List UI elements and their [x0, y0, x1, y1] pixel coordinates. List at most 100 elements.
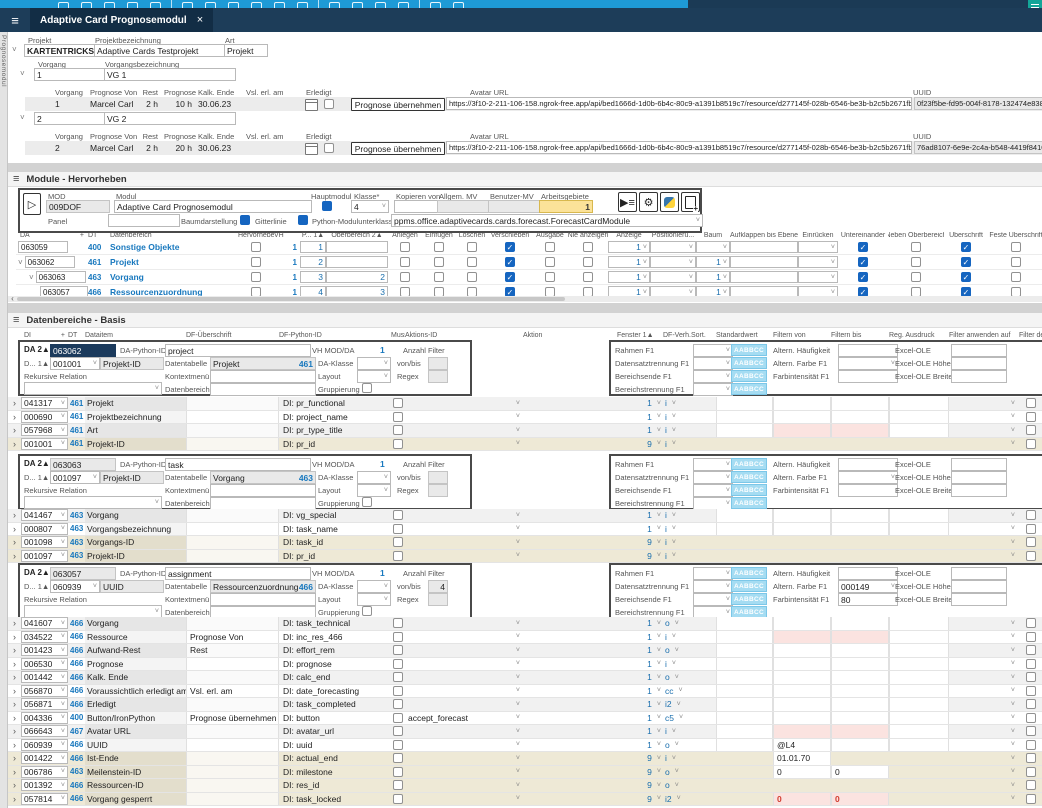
neben-oberbereich-checkbox[interactable]: [911, 242, 921, 252]
farbintensitaet-field[interactable]: [838, 370, 898, 383]
row-expander-icon[interactable]: ›: [8, 424, 21, 437]
fenster-select[interactable]: 9˅: [617, 752, 663, 765]
di-field[interactable]: 041607˅: [21, 617, 68, 629]
aktions-id-select[interactable]: ˅: [405, 411, 523, 424]
standardwert-cell[interactable]: [716, 550, 773, 563]
row-expander-icon[interactable]: ›: [8, 712, 21, 725]
filtern-von-cell[interactable]: [773, 617, 831, 630]
fenster-select[interactable]: 1˅: [617, 698, 663, 711]
filter-deak-checkbox[interactable]: [1026, 767, 1036, 777]
filter-deak-checkbox[interactable]: [1026, 425, 1036, 435]
baum-select[interactable]: 1˅: [696, 271, 730, 283]
filtern-bis-cell[interactable]: [831, 725, 889, 738]
gruppierung-checkbox[interactable]: [362, 606, 372, 616]
aktions-id-select[interactable]: ˅: [405, 698, 523, 711]
filtern-bis-cell[interactable]: [831, 712, 889, 725]
datenbereich-link[interactable]: Projekt: [110, 257, 238, 267]
di-field[interactable]: 034522˅: [21, 631, 68, 643]
ueberschrift-checkbox[interactable]: ✓: [961, 272, 971, 282]
df-verh-select[interactable]: c5˅: [663, 712, 691, 725]
filter-anwenden-select[interactable]: ˅: [949, 523, 1019, 536]
da-klasse-select[interactable]: ˅: [357, 471, 391, 484]
filter-anwenden-select[interactable]: ˅: [949, 725, 1019, 738]
module-settings-button[interactable]: ⚙: [639, 192, 658, 212]
task-name-field[interactable]: VG 2: [104, 112, 236, 125]
filter-anwenden-select[interactable]: ˅: [949, 411, 1019, 424]
reg-ausdruck-cell[interactable]: [889, 752, 949, 765]
df-verh-select[interactable]: i˅: [663, 752, 691, 765]
untereinander-checkbox[interactable]: ✓: [858, 242, 868, 252]
aktions-id-select[interactable]: ˅: [405, 438, 523, 451]
da-klasse-select[interactable]: ˅: [357, 580, 391, 593]
standardwert-cell[interactable]: [716, 509, 773, 522]
frame-style-select[interactable]: ˅: [693, 458, 733, 471]
untereinander-checkbox[interactable]: ✓: [858, 257, 868, 267]
kontextmenu-field[interactable]: [210, 370, 316, 383]
reg-ausdruck-cell[interactable]: [889, 644, 949, 657]
da-field[interactable]: 063063: [36, 271, 86, 283]
excel-ole-hoehe-field[interactable]: [951, 357, 1007, 370]
filtern-von-cell[interactable]: 0: [773, 793, 831, 806]
tab-adaptive-card-prognosemodul[interactable]: Adaptive Card Prognosemodul ×: [30, 8, 213, 32]
di-field[interactable]: 001422˅: [21, 752, 68, 764]
reg-ausdruck-cell[interactable]: [889, 712, 949, 725]
standardwert-cell[interactable]: [716, 779, 773, 792]
header-plus-icon[interactable]: +: [61, 332, 65, 339]
filtern-von-cell[interactable]: @L4: [773, 739, 831, 752]
einruecken-select[interactable]: ˅: [798, 256, 838, 268]
aktions-id-select[interactable]: ˅: [405, 671, 523, 684]
di-field[interactable]: 001097˅: [21, 550, 68, 562]
muss-checkbox[interactable]: [393, 753, 403, 763]
loeschen-checkbox[interactable]: [467, 272, 477, 282]
verschieben-checkbox[interactable]: ✓: [505, 257, 515, 267]
filtern-bis-cell[interactable]: [831, 671, 889, 684]
aktions-id-select[interactable]: accept_forecast˅: [405, 712, 523, 725]
di-field[interactable]: 001098˅: [21, 536, 68, 548]
muss-checkbox[interactable]: [393, 780, 403, 790]
color-swatch[interactable]: AABBCC: [731, 497, 767, 509]
standardwert-cell[interactable]: [716, 631, 773, 644]
layout-select[interactable]: ˅: [357, 370, 391, 383]
position-field[interactable]: 1: [300, 241, 326, 253]
standardwert-cell[interactable]: [716, 617, 773, 630]
da-klasse-select[interactable]: ˅: [357, 357, 391, 370]
fenster-select[interactable]: 1˅: [617, 739, 663, 752]
gruppierung-checkbox[interactable]: [362, 497, 372, 507]
aktions-id-select[interactable]: ˅: [405, 739, 523, 752]
aktions-id-select[interactable]: ˅: [405, 644, 523, 657]
filter-anwenden-select[interactable]: ˅: [949, 671, 1019, 684]
frame-style-select[interactable]: ˅: [693, 383, 733, 396]
row-expander-icon[interactable]: ›: [8, 550, 21, 563]
standardwert-cell[interactable]: [716, 536, 773, 549]
row-expander-icon[interactable]: ›: [8, 631, 21, 644]
aktions-id-select[interactable]: ˅: [405, 658, 523, 671]
einruecken-select[interactable]: ˅: [798, 271, 838, 283]
reg-ausdruck-cell[interactable]: [889, 685, 949, 698]
einfuegen-checkbox[interactable]: [434, 257, 444, 267]
kontextmenu-field[interactable]: [210, 484, 316, 497]
standardwert-cell[interactable]: [716, 411, 773, 424]
df-verh-select[interactable]: i˅: [663, 658, 691, 671]
di-field[interactable]: 056871˅: [21, 698, 68, 710]
task-name-field[interactable]: VG 1: [104, 68, 236, 81]
reg-ausdruck-cell[interactable]: [889, 550, 949, 563]
frame-style-select[interactable]: ˅: [693, 567, 733, 580]
ueberschrift-checkbox[interactable]: ✓: [961, 242, 971, 252]
filter-anwenden-select[interactable]: ˅: [949, 644, 1019, 657]
filtern-bis-cell[interactable]: [831, 752, 889, 765]
task-expander-icon[interactable]: ˅: [20, 69, 25, 78]
fenster-select[interactable]: 9˅: [617, 766, 663, 779]
einfuegen-checkbox[interactable]: [434, 242, 444, 252]
da-python-id-field[interactable]: assignment: [165, 567, 311, 580]
oberbereich-field[interactable]: [326, 256, 388, 268]
project-id-field[interactable]: KARTENTRICKS: [24, 44, 96, 57]
filtern-von-cell[interactable]: [773, 685, 831, 698]
row-expander-icon[interactable]: ›: [8, 671, 21, 684]
df-verh-select[interactable]: i˅: [663, 523, 691, 536]
rekursive-relation-select[interactable]: ˅: [24, 496, 162, 509]
muss-checkbox[interactable]: [393, 726, 403, 736]
section-menu-icon[interactable]: ≡: [13, 314, 19, 326]
fenster-select[interactable]: 1˅: [617, 523, 663, 536]
fenster-select[interactable]: 1˅: [617, 631, 663, 644]
filter-deak-checkbox[interactable]: [1026, 645, 1036, 655]
